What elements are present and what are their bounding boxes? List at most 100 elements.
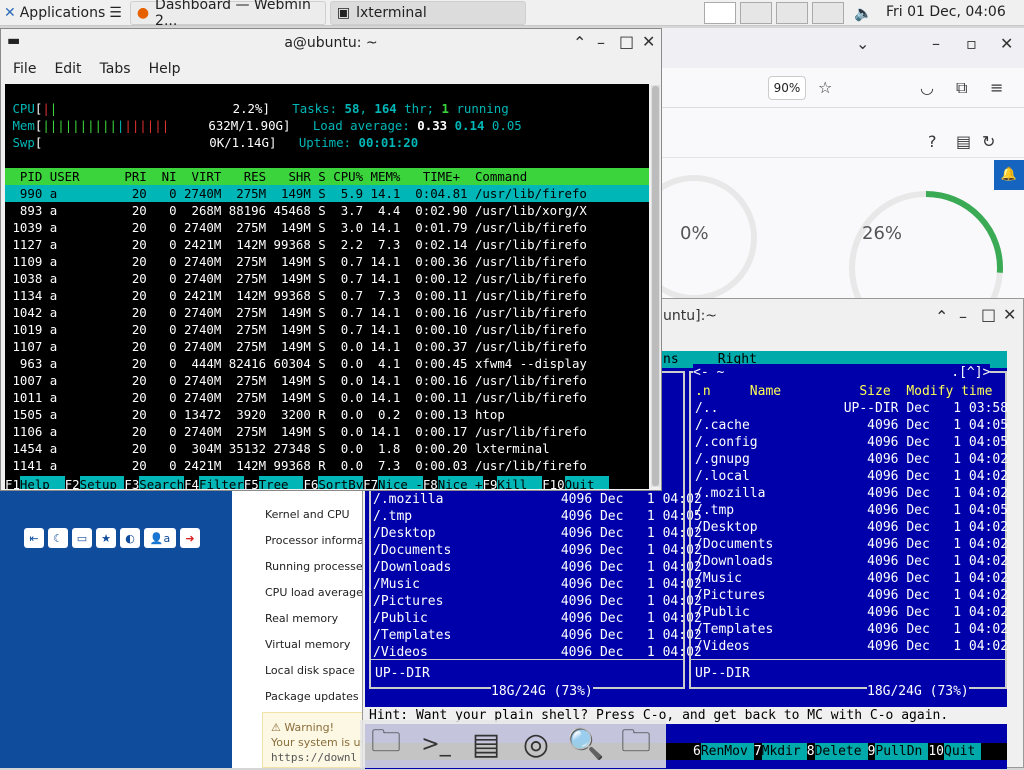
mc-file-row[interactable]: /.mozilla 4096 Dec 1 04:02 xyxy=(695,485,1008,502)
clock[interactable]: Fri 01 Dec, 04:06 xyxy=(886,4,1006,20)
user-button[interactable]: 👤 a xyxy=(144,528,176,548)
minimize-icon[interactable]: – xyxy=(959,307,967,326)
firefox-window[interactable]: ⌄ – ▫ ✕ 90% ☆ ◡ ⧉ ≡ ? ▤ ↻ 🔔 0% 26% xyxy=(660,28,1024,308)
htop-fkey-number[interactable]: F3 xyxy=(124,476,139,489)
mc-file-row[interactable]: /Desktop 4096 Dec 1 04:02 xyxy=(695,519,1008,536)
moon-icon[interactable]: ☾ xyxy=(48,528,68,548)
mc-file-row[interactable]: /Music 4096 Dec 1 04:02 xyxy=(373,576,702,593)
htop-process-row[interactable]: 1109 a 20 0 2740M 275M 149M S 0.7 14.1 0… xyxy=(5,253,649,270)
htop-fkey-label[interactable]: SortBy xyxy=(318,476,364,489)
close-icon[interactable]: ✕ xyxy=(1003,305,1016,324)
clipboard-icon[interactable]: ▤ xyxy=(956,132,971,151)
maximize-icon[interactable]: □ xyxy=(981,305,996,324)
htop-fkey-number[interactable]: F10 xyxy=(542,476,564,489)
pocket-icon[interactable]: ◡ xyxy=(920,78,934,97)
workspace-4[interactable] xyxy=(812,2,844,24)
warning-link[interactable]: https://downl xyxy=(271,751,371,764)
htop-column-header[interactable]: PID USER PRI NI VIRT RES SHR S CPU% MEM%… xyxy=(5,168,649,185)
chevron-up-icon[interactable]: ⌃ xyxy=(573,33,586,52)
mc-file-row[interactable]: /Documents 4096 Dec 1 04:02 xyxy=(373,542,702,559)
mc-file-row[interactable]: /Public 4096 Dec 1 04:02 xyxy=(373,610,702,627)
mc-file-row[interactable]: /Downloads 4096 Dec 1 04:02 xyxy=(695,553,1008,570)
mc-fkey-number[interactable]: 7 xyxy=(754,743,762,760)
mc-right-panel[interactable]: <- ~ .[^]> .n Name Size Modify time /.. … xyxy=(689,364,1008,700)
menu-tabs[interactable]: Tabs xyxy=(100,61,131,77)
chevron-up-icon[interactable]: ⌃ xyxy=(935,307,948,326)
htop-process-row[interactable]: 963 a 20 0 444M 82416 60304 S 0.0 4.1 0:… xyxy=(5,355,649,372)
htop-fkey-number[interactable]: F4 xyxy=(184,476,199,489)
htop-fkey-number[interactable]: F1 xyxy=(5,476,20,489)
htop-fkey-label[interactable]: Help xyxy=(19,476,65,489)
mc-fkey-number[interactable]: 6 xyxy=(693,743,701,760)
htop-process-row[interactable]: 1007 a 20 0 2740M 275M 149M S 0.0 14.1 0… xyxy=(5,372,649,389)
scrollbar-thumb[interactable] xyxy=(652,86,659,486)
close-icon[interactable]: ✕ xyxy=(642,32,655,51)
htop-function-keys[interactable]: F1 Help F2 Setup F3 Search F4 Filter F5 Tree F6… xyxy=(5,476,610,489)
star-icon[interactable]: ★ xyxy=(96,528,116,548)
lxterminal-window[interactable]: ▬ a@ubuntu: ~ ⌃ – □ ✕ File Edit Tabs Hel… xyxy=(0,28,662,491)
task-firefox[interactable]: ● Dashboard — Webmin 2... xyxy=(129,0,326,29)
bookmark-star-icon[interactable]: ☆ xyxy=(818,78,832,97)
mc-file-row[interactable]: /Public 4096 Dec 1 04:02 xyxy=(695,604,1008,621)
minimize-icon[interactable]: – xyxy=(597,33,605,52)
mc-file-row[interactable]: /.cache 4096 Dec 1 04:05 xyxy=(695,417,1008,434)
htop-process-row[interactable]: 1042 a 20 0 2740M 275M 149M S 0.7 14.1 0… xyxy=(5,304,649,321)
htop-process-row[interactable]: 1505 a 20 0 13472 3920 3200 R 0.0 0.2 0:… xyxy=(5,406,649,423)
webmin-menu-item[interactable]: Local disk space xyxy=(265,664,355,677)
htop-fkey-number[interactable]: F2 xyxy=(65,476,80,489)
refresh-icon[interactable]: ↻ xyxy=(982,132,995,151)
webmin-menu-item[interactable]: Real memory xyxy=(265,612,338,625)
mc-file-row[interactable]: /.tmp 4096 Dec 1 04:05 xyxy=(695,502,1008,519)
htop-fkey-label[interactable]: Filter xyxy=(198,476,244,489)
menu-file[interactable]: File xyxy=(13,61,36,77)
htop-fkey-label[interactable]: Tree xyxy=(258,476,304,489)
htop-process-list[interactable]: 990 a 20 0 2740M 275M 149M S 5.9 14.1 0:… xyxy=(5,185,649,474)
web-browser-icon[interactable]: ◎ xyxy=(514,722,558,766)
htop-process-row[interactable]: 1454 a 20 0 304M 35132 27348 S 0.0 1.8 0… xyxy=(5,440,649,457)
search-icon[interactable]: 🔍 xyxy=(564,722,608,766)
htop-fkey-label[interactable]: Quit xyxy=(564,476,610,489)
mc-file-row[interactable]: /.mozilla 4096 Dec 1 04:02 xyxy=(373,491,702,508)
htop-fkey-label[interactable]: Nice - xyxy=(378,476,423,489)
zoom-level[interactable]: 90% xyxy=(768,76,806,100)
mc-fkey-label[interactable]: PullDn xyxy=(875,743,929,760)
htop-fkey-number[interactable]: F5 xyxy=(244,476,259,489)
htop-process-row[interactable]: 1011 a 20 0 2740M 275M 149M S 0.0 14.1 0… xyxy=(5,389,649,406)
extensions-icon[interactable]: ⧉ xyxy=(956,78,967,98)
workspace-2[interactable] xyxy=(740,2,772,24)
mc-fkey-number[interactable]: 9 xyxy=(868,743,876,760)
folder-icon[interactable]: 🗀 xyxy=(614,722,658,766)
chevron-down-icon[interactable]: ⌄ xyxy=(856,34,869,53)
drawer-icon[interactable]: ▤ xyxy=(464,722,508,766)
htop-fkey-label[interactable]: Nice + xyxy=(437,476,483,489)
htop-fkey-number[interactable]: F8 xyxy=(423,476,438,489)
mc-fkey-number[interactable]: 10 xyxy=(928,743,944,760)
webmin-menu-item[interactable]: Running processes xyxy=(265,560,368,573)
webmin-menu-item[interactable]: CPU load averages xyxy=(265,586,369,599)
close-icon[interactable]: ✕ xyxy=(1000,34,1013,53)
htop-fkey-label[interactable]: Search xyxy=(139,476,185,489)
mc-fkey-label[interactable]: Delete xyxy=(814,743,868,760)
file-manager-icon[interactable]: 🗀 xyxy=(364,722,408,766)
htop-fkey-number[interactable]: F9 xyxy=(483,476,498,489)
mc-file-row[interactable]: /Desktop 4096 Dec 1 04:02 xyxy=(373,525,702,542)
webmin-menu-item[interactable]: Package updates xyxy=(265,690,359,703)
mc-fkey-label[interactable]: Mkdir xyxy=(761,743,807,760)
mc-file-row[interactable]: /.. UP--DIR Dec 1 03:58 xyxy=(695,400,1008,417)
mc-file-row[interactable]: /Pictures 4096 Dec 1 04:02 xyxy=(373,593,702,610)
mc-file-row[interactable]: /.config 4096 Dec 1 04:05 xyxy=(695,434,1008,451)
mc-file-row[interactable]: /Downloads 4096 Dec 1 04:02 xyxy=(373,559,702,576)
logout-icon[interactable]: ➜ xyxy=(180,528,200,548)
webmin-menu-item[interactable]: Kernel and CPU xyxy=(265,508,350,521)
mc-fkey-number[interactable]: 8 xyxy=(807,743,815,760)
maximize-icon[interactable]: □ xyxy=(619,32,634,51)
palette-icon[interactable]: ◐ xyxy=(120,528,140,548)
htop-process-row[interactable]: 1127 a 20 0 2421M 142M 99368 S 2.2 7.3 0… xyxy=(5,236,649,253)
htop-process-row[interactable]: 1141 a 20 0 2421M 142M 99368 R 0.0 7.3 0… xyxy=(5,457,649,474)
mc-fkey-label[interactable]: RenMov xyxy=(700,743,754,760)
mc-file-row[interactable]: /.gnupg 4096 Dec 1 04:02 xyxy=(695,451,1008,468)
htop-process-row[interactable]: 1039 a 20 0 2740M 275M 149M S 3.0 14.1 0… xyxy=(5,219,649,236)
workspace-1[interactable] xyxy=(704,2,736,24)
htop-fkey-number[interactable]: F6 xyxy=(303,476,318,489)
minimize-icon[interactable]: – xyxy=(932,34,940,53)
